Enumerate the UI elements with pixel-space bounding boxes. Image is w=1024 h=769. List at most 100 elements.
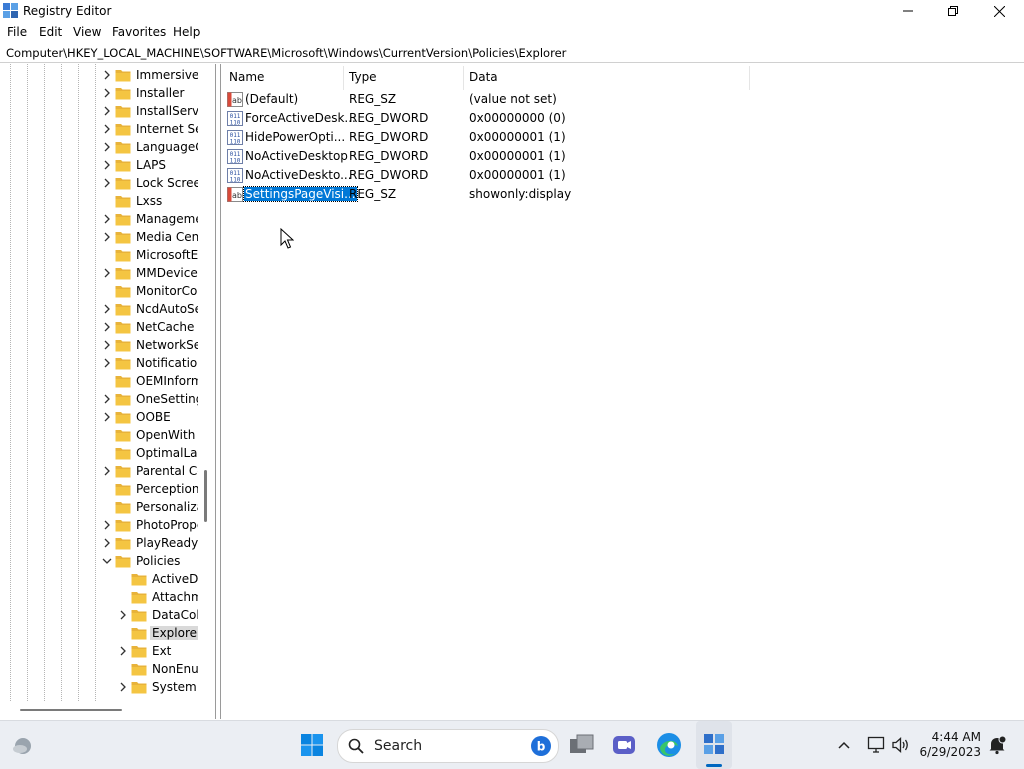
tree-item[interactable]: MonitorCor xyxy=(0,282,198,300)
tree-item[interactable]: Policies xyxy=(0,552,198,570)
menu-edit[interactable]: Edit xyxy=(39,25,62,39)
tree-item[interactable]: Perception xyxy=(0,480,198,498)
value-row[interactable]: ab (Default) REG_SZ (value not set) xyxy=(221,90,821,109)
chevron-right-icon[interactable] xyxy=(102,231,112,243)
chevron-right-icon[interactable] xyxy=(102,105,112,117)
close-button[interactable] xyxy=(976,0,1022,22)
chevron-right-icon[interactable] xyxy=(102,87,112,99)
weather-icon[interactable] xyxy=(11,733,35,757)
chevron-right-icon[interactable] xyxy=(102,357,112,369)
chevron-right-icon[interactable] xyxy=(118,681,128,693)
chevron-right-icon[interactable] xyxy=(102,339,112,351)
value-row[interactable]: 011 110 HidePowerOpti... REG_DWORD 0x0000000… xyxy=(221,128,821,147)
address-path[interactable]: Computer\HKEY_LOCAL_MACHINE\SOFTWARE\Mic… xyxy=(6,46,566,60)
tree-item[interactable]: MicrosoftEc xyxy=(0,246,198,264)
tree-item[interactable]: Lxss xyxy=(0,192,198,210)
tree-item[interactable]: System xyxy=(0,678,198,696)
edge-browser-icon[interactable] xyxy=(656,732,682,758)
column-divider[interactable] xyxy=(749,66,750,90)
column-divider[interactable] xyxy=(343,66,344,90)
clock-time[interactable]: 4:44 AM xyxy=(911,730,981,745)
tree-item[interactable]: Explorer xyxy=(0,624,198,642)
key-tree-pane[interactable]: ImmersiveS Installer InstallServic Internet… xyxy=(0,64,216,719)
chevron-right-icon[interactable] xyxy=(102,303,112,315)
value-row[interactable]: ab SettingsPageVisi... REG_SZ showonly:disp… xyxy=(221,185,821,204)
volume-icon[interactable] xyxy=(891,736,911,754)
tree-item[interactable]: Media Cent xyxy=(0,228,198,246)
chevron-right-icon[interactable] xyxy=(102,393,112,405)
chevron-down-icon[interactable] xyxy=(102,555,112,567)
column-divider[interactable] xyxy=(463,66,464,90)
tree-item[interactable]: LAPS xyxy=(0,156,198,174)
chevron-right-icon[interactable] xyxy=(102,69,112,81)
tree-item[interactable]: DataColl xyxy=(0,606,198,624)
tree-item[interactable]: Notificatio xyxy=(0,354,198,372)
tree-item[interactable]: ImmersiveS xyxy=(0,66,198,84)
menu-favorites[interactable]: Favorites xyxy=(112,25,166,39)
tree-vertical-scroll-thumb[interactable] xyxy=(204,470,207,522)
chevron-right-icon[interactable] xyxy=(118,645,128,657)
notification-bell-icon[interactable] xyxy=(987,735,1007,755)
column-header-data[interactable]: Data xyxy=(469,70,498,84)
tree-item[interactable]: OEMInform xyxy=(0,372,198,390)
chevron-right-icon[interactable] xyxy=(118,609,128,621)
chevron-right-icon[interactable] xyxy=(102,411,112,423)
tree-item[interactable]: ActiveDe xyxy=(0,570,198,588)
tree-item[interactable]: LanguageC xyxy=(0,138,198,156)
menu-file[interactable]: File xyxy=(7,25,27,39)
address-bar[interactable]: Computer\HKEY_LOCAL_MACHINE\SOFTWARE\Mic… xyxy=(0,43,1024,63)
task-view-icon[interactable] xyxy=(569,733,595,757)
tree-item[interactable]: Parental Co xyxy=(0,462,198,480)
tree-item[interactable]: Manageme xyxy=(0,210,198,228)
tree-item[interactable]: Internet Set xyxy=(0,120,198,138)
minimize-button[interactable] xyxy=(885,0,931,22)
tree-item[interactable]: PhotoPrope xyxy=(0,516,198,534)
tree-item[interactable]: OpenWith xyxy=(0,426,198,444)
chevron-up-icon[interactable] xyxy=(837,738,851,752)
bing-icon[interactable]: b xyxy=(530,735,552,757)
chevron-right-icon[interactable] xyxy=(102,123,112,135)
start-button[interactable] xyxy=(300,733,324,757)
tree-horizontal-scroll-thumb[interactable] xyxy=(20,709,122,711)
chevron-right-icon[interactable] xyxy=(102,537,112,549)
taskbar-registry-editor-button[interactable] xyxy=(696,721,732,769)
chevron-right-icon[interactable] xyxy=(102,213,112,225)
chevron-right-icon[interactable] xyxy=(102,177,112,189)
values-list-pane[interactable]: Name Type Data ab (Default) REG_SZ (value n… xyxy=(220,64,1024,719)
column-header-type[interactable]: Type xyxy=(349,70,377,84)
value-row[interactable]: 011 110 ForceActiveDesk... REG_DWORD 0x00000… xyxy=(221,109,821,128)
chevron-right-icon[interactable] xyxy=(102,465,112,477)
tree-item[interactable]: InstallServic xyxy=(0,102,198,120)
tree-item[interactable]: Personalizat xyxy=(0,498,198,516)
menu-view[interactable]: View xyxy=(73,25,101,39)
menu-help[interactable]: Help xyxy=(173,25,200,39)
tree-item[interactable]: OOBE xyxy=(0,408,198,426)
tree-item[interactable]: NonEnur xyxy=(0,660,198,678)
chevron-right-icon[interactable] xyxy=(102,159,112,171)
tree-item[interactable]: Lock Screer xyxy=(0,174,198,192)
value-row[interactable]: 011 110 NoActiveDesktop REG_DWORD 0x00000001… xyxy=(221,147,821,166)
chevron-right-icon[interactable] xyxy=(102,321,112,333)
chevron-right-icon[interactable] xyxy=(102,267,112,279)
tree-item[interactable]: PlayReady xyxy=(0,534,198,552)
chevron-right-icon[interactable] xyxy=(102,519,112,531)
clock-date[interactable]: 6/29/2023 xyxy=(911,745,981,760)
tree-vertical-scrollbar[interactable] xyxy=(199,64,214,701)
tree-item[interactable]: Installer xyxy=(0,84,198,102)
value-row[interactable]: 011 110 NoActiveDeskto... REG_DWORD 0x000000… xyxy=(221,166,821,185)
tree-item[interactable]: MMDevices xyxy=(0,264,198,282)
tree-item[interactable]: NetworkSer xyxy=(0,336,198,354)
tree-item[interactable]: NetCache xyxy=(0,318,198,336)
tree-item[interactable]: Ext xyxy=(0,642,198,660)
tree-item[interactable]: NcdAutoSe xyxy=(0,300,198,318)
restore-button[interactable] xyxy=(930,0,976,22)
tree-item[interactable]: OptimalLay xyxy=(0,444,198,462)
chat-icon[interactable] xyxy=(612,733,636,757)
chevron-right-icon[interactable] xyxy=(102,141,112,153)
tree-item[interactable]: Attachm xyxy=(0,588,198,606)
column-header-name[interactable]: Name xyxy=(229,70,264,84)
tree-item[interactable]: OneSetting: xyxy=(0,390,198,408)
taskbar-search-box[interactable]: Search b xyxy=(337,729,559,763)
network-icon[interactable] xyxy=(867,736,887,754)
tree-horizontal-scrollbar[interactable] xyxy=(0,702,214,718)
